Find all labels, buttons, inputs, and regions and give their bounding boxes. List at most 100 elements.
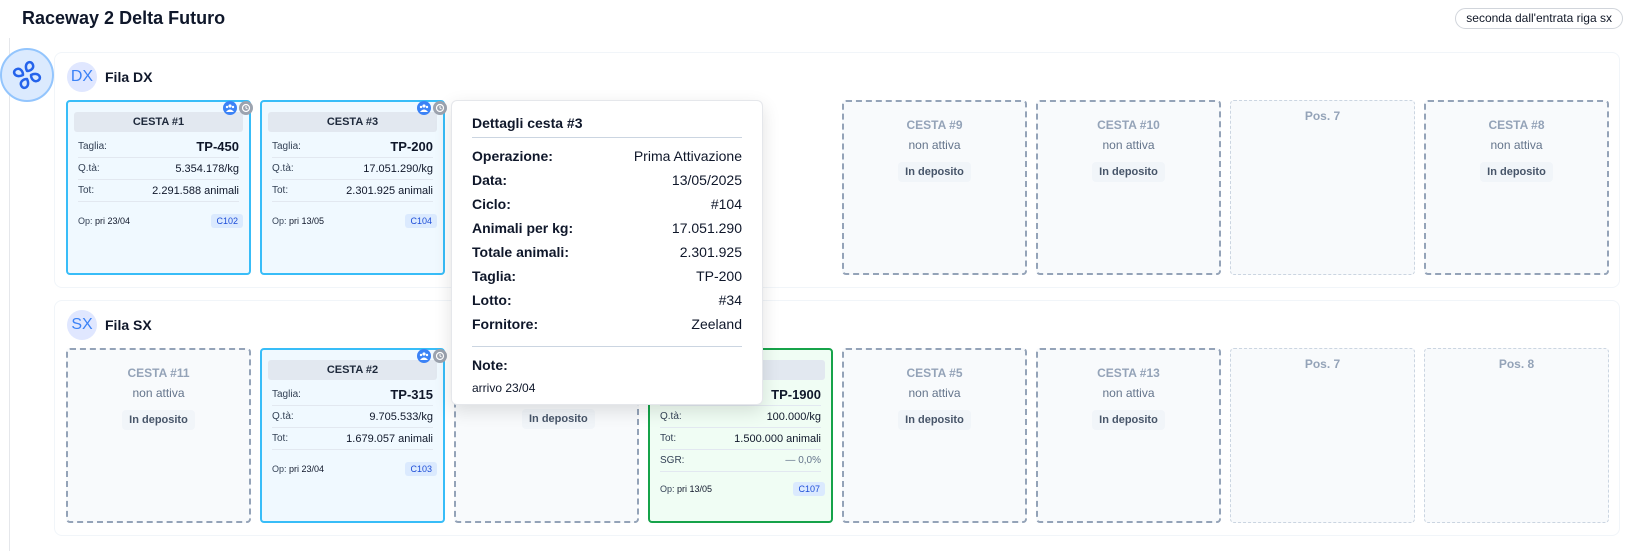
basket-card-3[interactable]: CESTA #3 Taglia: TP-200 Q.tà: 17.051.290/k… <box>260 100 447 275</box>
size-value: TP-1900 <box>771 387 821 402</box>
deposit-badge: In deposito <box>122 410 195 430</box>
row-sx-title: Fila SX <box>105 317 152 333</box>
row-sx-header: SX Fila SX <box>67 310 152 340</box>
basket-title: CESTA #13 <box>1097 366 1160 380</box>
position-label: Pos. 7 <box>1304 357 1341 371</box>
position-label: Pos. 7 <box>1304 109 1341 123</box>
deposit-badge: In deposito <box>898 162 971 182</box>
basket-state: non attiva <box>132 386 185 400</box>
tooltip-key: Totale animali: <box>472 244 569 260</box>
deposit-badge: In deposito <box>1480 162 1553 182</box>
basket-title: CESTA #9 <box>906 118 963 132</box>
total-value: 2.291.588 animali <box>152 184 239 197</box>
sgr-label: SGR: <box>660 455 685 466</box>
operation-info: Op: pri 13/05 <box>272 216 325 226</box>
deposit-badge: In deposito <box>1092 162 1165 182</box>
quantity-value: 9.705.533/kg <box>369 410 433 423</box>
tooltip-value: 17.051.290 <box>671 220 742 236</box>
tooltip-divider <box>472 346 742 347</box>
cycle-code-badge: C104 <box>405 214 437 228</box>
size-label: Taglia: <box>272 389 301 400</box>
tooltip-value: Prima Attivazione <box>633 148 742 164</box>
tooltip-value: 13/05/2025 <box>671 172 742 188</box>
basket-slot-13[interactable]: CESTA #13 non attiva In deposito <box>1036 348 1221 523</box>
basket-card-1[interactable]: CESTA #1 Taglia: TP-450 Q.tà: 5.354.178/kg… <box>66 100 253 275</box>
quantity-label: Q.tà: <box>78 163 100 174</box>
row-sx-avatar: SX <box>67 310 97 340</box>
clock-icon <box>433 349 447 363</box>
tooltip-value: TP-200 <box>696 268 742 284</box>
row-dx-header: DX Fila DX <box>67 62 152 92</box>
operation-info: Op: pri 13/05 <box>660 484 713 494</box>
quantity-value: 100.000/kg <box>766 410 821 423</box>
total-label: Tot: <box>660 433 677 444</box>
tooltip-key: Ciclo: <box>472 196 511 212</box>
basket-slot-10[interactable]: CESTA #10 non attiva In deposito <box>1036 100 1221 275</box>
basket-title: CESTA #2 <box>268 360 437 380</box>
deposit-badge: In deposito <box>1092 410 1165 430</box>
group-icon <box>417 101 431 115</box>
basket-slot-5[interactable]: CESTA #5 non attiva In deposito <box>842 348 1027 523</box>
position-label: Pos. 8 <box>1498 357 1535 371</box>
total-value: 1.500.000 animali <box>734 432 821 445</box>
size-label: Taglia: <box>272 141 301 152</box>
tooltip-notes-label: Note: <box>472 357 508 373</box>
operation-info: Op: pri 23/04 <box>78 216 131 226</box>
fan-icon <box>12 60 42 90</box>
row-dx-avatar: DX <box>67 62 97 92</box>
app-logo-icon[interactable] <box>0 48 54 102</box>
basket-title: CESTA #8 <box>1488 118 1545 132</box>
empty-position-sx-7[interactable]: Pos. 7 <box>1230 348 1415 523</box>
basket-title: CESTA #1 <box>74 112 243 132</box>
clock-icon <box>433 101 447 115</box>
basket-card-2[interactable]: CESTA #2 Taglia: TP-315 Q.tà: 9.705.533/kg… <box>260 348 447 523</box>
group-icon <box>223 101 237 115</box>
basket-slot-9[interactable]: CESTA #9 non attiva In deposito <box>842 100 1027 275</box>
basket-title: CESTA #10 <box>1097 118 1160 132</box>
cycle-code-badge: C107 <box>793 482 825 496</box>
basket-state: non attiva <box>1102 386 1155 400</box>
basket-state: non attiva <box>1490 138 1543 152</box>
tooltip-title: Dettagli cesta #3 <box>472 115 742 138</box>
basket-status-icons <box>417 101 447 115</box>
quantity-label: Q.tà: <box>272 411 294 422</box>
position-hint-badge: seconda dall'entrata riga sx <box>1455 8 1623 29</box>
operation-info: Op: pri 23/04 <box>272 464 325 474</box>
empty-position-dx-7[interactable]: Pos. 7 <box>1230 100 1415 275</box>
deposit-badge: In deposito <box>522 409 595 429</box>
total-label: Tot: <box>272 433 289 444</box>
basket-status-icons <box>223 101 253 115</box>
basket-state: non attiva <box>908 386 961 400</box>
page-title: Raceway 2 Delta Futuro <box>22 8 226 28</box>
row-dx-title: Fila DX <box>105 69 153 85</box>
basket-title: CESTA #5 <box>906 366 963 380</box>
empty-position-sx-8[interactable]: Pos. 8 <box>1424 348 1609 523</box>
basket-state: non attiva <box>1102 138 1155 152</box>
tooltip-value: #34 <box>718 292 742 308</box>
quantity-label: Q.tà: <box>660 411 682 422</box>
quantity-label: Q.tà: <box>272 163 294 174</box>
tooltip-key: Data: <box>472 172 508 188</box>
tooltip-value: #104 <box>710 196 742 212</box>
clock-icon <box>239 101 253 115</box>
basket-status-icons <box>417 349 447 363</box>
tooltip-value: Zeeland <box>691 316 742 332</box>
basket-slot-11[interactable]: CESTA #11 non attiva In deposito <box>66 348 251 523</box>
deposit-badge: In deposito <box>898 410 971 430</box>
sgr-value: — 0,0% <box>785 455 821 466</box>
quantity-value: 5.354.178/kg <box>175 162 239 175</box>
size-value: TP-200 <box>390 139 433 154</box>
tooltip-value: 2.301.925 <box>679 244 742 260</box>
basket-title: CESTA #3 <box>268 112 437 132</box>
tooltip-key: Lotto: <box>472 292 512 308</box>
total-label: Tot: <box>272 185 289 196</box>
total-label: Tot: <box>78 185 95 196</box>
tooltip-notes: arrivo 23/04 <box>472 381 536 395</box>
tooltip-key: Taglia: <box>472 268 517 284</box>
total-value: 2.301.925 animali <box>346 184 433 197</box>
basket-slot-8[interactable]: CESTA #8 non attiva In deposito <box>1424 100 1609 275</box>
size-value: TP-315 <box>390 387 433 402</box>
total-value: 1.679.057 animali <box>346 432 433 445</box>
size-label: Taglia: <box>78 141 107 152</box>
tooltip-key: Fornitore: <box>472 316 539 332</box>
